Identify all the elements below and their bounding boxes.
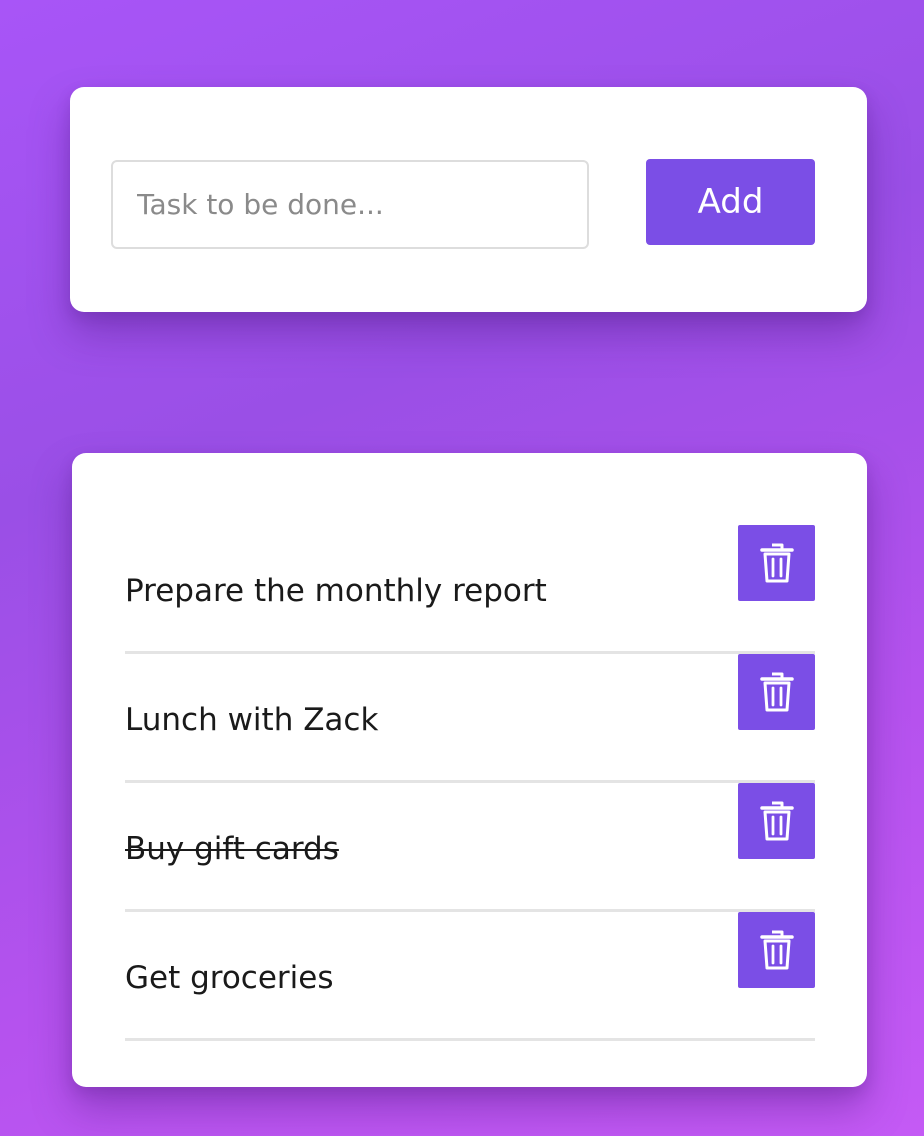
task-text[interactable]: Get groceries <box>125 960 334 996</box>
task-text[interactable]: Lunch with Zack <box>125 702 378 738</box>
task-item: Prepare the monthly report <box>125 525 815 654</box>
trash-icon <box>759 672 794 712</box>
delete-task-button[interactable] <box>738 783 815 859</box>
trash-icon <box>759 801 794 841</box>
task-text[interactable]: Prepare the monthly report <box>125 573 547 609</box>
delete-task-button[interactable] <box>738 525 815 601</box>
trash-icon <box>759 543 794 583</box>
task-input[interactable] <box>111 160 589 249</box>
task-input-card: Add <box>70 87 867 312</box>
trash-icon <box>759 930 794 970</box>
task-list-card: Prepare the monthly report Lunch with Za… <box>72 453 867 1087</box>
add-button[interactable]: Add <box>646 159 815 245</box>
delete-task-button[interactable] <box>738 654 815 730</box>
task-list: Prepare the monthly report Lunch with Za… <box>125 525 815 1041</box>
delete-task-button[interactable] <box>738 912 815 988</box>
task-item: Lunch with Zack <box>125 654 815 783</box>
task-text[interactable]: Buy gift cards <box>125 831 339 867</box>
task-item: Get groceries <box>125 912 815 1041</box>
task-item: Buy gift cards <box>125 783 815 912</box>
